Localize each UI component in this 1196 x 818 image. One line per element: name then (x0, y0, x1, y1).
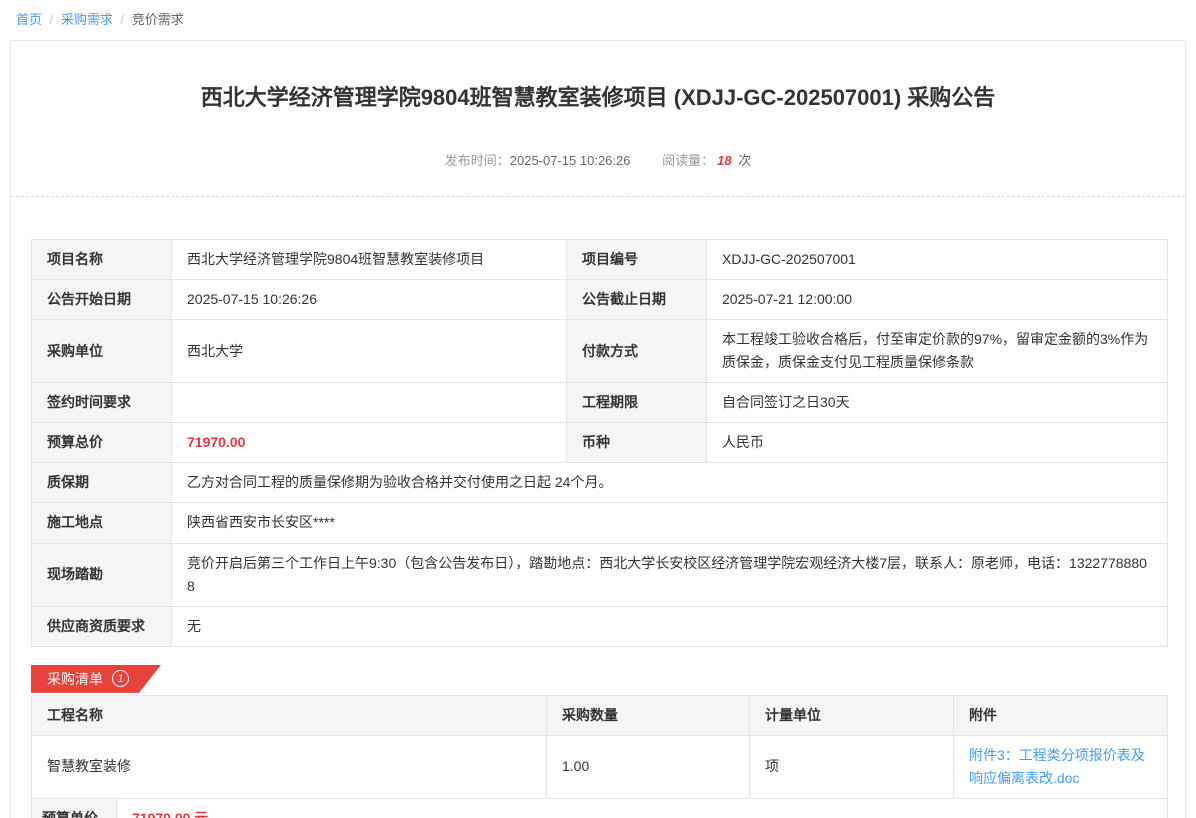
warranty-value: 乙方对合同工程的质量保修期为验收合格并交付使用之日起 24个月。 (172, 463, 1168, 503)
table-row: 供应商资质要求 无 (32, 606, 1168, 646)
qualification-label: 供应商资质要求 (32, 606, 172, 646)
breadcrumb-home-link[interactable]: 首页 (16, 12, 42, 27)
duration-label: 工程期限 (567, 383, 707, 423)
table-row: 智慧教室装修 1.00 项 附件3：工程类分项报价表及响应偏离表改.doc (32, 735, 1168, 798)
unit-price-label: 预算单价 (32, 799, 117, 818)
site-value: 陕西省西安市长安区**** (172, 503, 1168, 543)
sign-time-value (172, 383, 567, 423)
table-row: 施工地点 陕西省西安市长安区**** (32, 503, 1168, 543)
currency-label: 币种 (567, 423, 707, 463)
qualification-value: 无 (172, 606, 1168, 646)
table-row: 公告开始日期 2025-07-15 10:26:26 公告截止日期 2025-0… (32, 279, 1168, 319)
project-info-table: 项目名称 西北大学经济管理学院9804班智慧教室装修项目 项目编号 XDJJ-G… (31, 239, 1168, 647)
budget-total-value: 71970.00 (172, 423, 567, 463)
item-quantity: 1.00 (547, 735, 750, 798)
breadcrumb-current: 竞价需求 (132, 12, 184, 27)
table-row: 预算单价 71970.00 元 (32, 799, 1168, 818)
col-header-attachment: 附件 (954, 695, 1168, 735)
purchase-list-badge-label: 采购清单 (47, 669, 103, 689)
attachment-link[interactable]: 附件3：工程类分项报价表及响应偏离表改.doc (969, 747, 1145, 786)
breadcrumb-separator: / (121, 12, 125, 27)
unit-price-value: 71970.00 (132, 810, 190, 818)
purchaser-label: 采购单位 (32, 319, 172, 382)
table-row: 现场踏勘 竞价开启后第三个工作日上午9:30（包含公告发布日），踏勘地点：西北大… (32, 543, 1168, 606)
project-name-value: 西北大学经济管理学院9804班智慧教室装修项目 (172, 239, 567, 279)
duration-value: 自合同签订之日30天 (707, 383, 1168, 423)
project-no-label: 项目编号 (567, 239, 707, 279)
badge-count-circle: 1 (112, 670, 129, 687)
table-header-row: 工程名称 采购数量 计量单位 附件 (32, 695, 1168, 735)
breadcrumb-purchase-demand-link[interactable]: 采购需求 (61, 12, 113, 27)
announcement-card: 西北大学经济管理学院9804班智慧教室装修项目 (XDJJ-GC-2025070… (10, 40, 1186, 818)
breadcrumb-separator: / (50, 12, 54, 27)
purchaser-value: 西北大学 (172, 319, 567, 382)
item-name: 智慧教室装修 (32, 735, 547, 798)
announcement-meta: 发布时间：2025-07-15 10:26:26 阅读量：18 次 (11, 150, 1185, 169)
start-date-label: 公告开始日期 (32, 279, 172, 319)
end-date-value: 2025-07-21 12:00:00 (707, 279, 1168, 319)
unit-price-suffix: 元 (194, 810, 208, 818)
currency-value: 人民币 (707, 423, 1168, 463)
table-row: 项目名称 西北大学经济管理学院9804班智慧教室装修项目 项目编号 XDJJ-G… (32, 239, 1168, 279)
table-row: 签约时间要求 工程期限 自合同签订之日30天 (32, 383, 1168, 423)
table-row: 预算总价 71970.00 币种 人民币 (32, 423, 1168, 463)
start-date-value: 2025-07-15 10:26:26 (172, 279, 567, 319)
table-row: 采购单位 西北大学 付款方式 本工程竣工验收合格后，付至审定价款的97%，留审定… (32, 319, 1168, 382)
payment-label: 付款方式 (567, 319, 707, 382)
purchase-items-table: 工程名称 采购数量 计量单位 附件 智慧教室装修 1.00 项 附件3：工程类分… (31, 695, 1168, 799)
payment-value: 本工程竣工验收合格后，付至审定价款的97%，留审定金额的3%作为质保金，质保金支… (707, 319, 1168, 382)
project-no-value: XDJJ-GC-202507001 (707, 239, 1168, 279)
sign-time-label: 签约时间要求 (32, 383, 172, 423)
unit-price-cell: 71970.00 元 (117, 799, 1168, 818)
budget-total-label: 预算总价 (32, 423, 172, 463)
site-label: 施工地点 (32, 503, 172, 543)
col-header-unit: 计量单位 (750, 695, 954, 735)
warranty-label: 质保期 (32, 463, 172, 503)
end-date-label: 公告截止日期 (567, 279, 707, 319)
table-row: 质保期 乙方对合同工程的质量保修期为验收合格并交付使用之日起 24个月。 (32, 463, 1168, 503)
publish-time: 发布时间：2025-07-15 10:26:26 (445, 153, 631, 168)
item-attachment-cell: 附件3：工程类分项报价表及响应偏离表改.doc (954, 735, 1168, 798)
col-header-name: 工程名称 (32, 695, 547, 735)
dashed-divider (11, 196, 1185, 197)
item-detail-table: 预算单价 71970.00 元 工程内容 此项目主要包含，教室内的地面处理，前面… (31, 798, 1168, 818)
survey-label: 现场踏勘 (32, 543, 172, 606)
item-unit: 项 (750, 735, 954, 798)
survey-value: 竞价开启后第三个工作日上午9:30（包含公告发布日），踏勘地点：西北大学长安校区… (172, 543, 1168, 606)
purchase-list-badge: 采购清单 1 (31, 665, 161, 693)
read-count: 阅读量：18 次 (662, 153, 751, 168)
col-header-quantity: 采购数量 (547, 695, 750, 735)
project-name-label: 项目名称 (32, 239, 172, 279)
page-title: 西北大学经济管理学院9804班智慧教室装修项目 (XDJJ-GC-2025070… (11, 41, 1185, 114)
breadcrumb: 首页 / 采购需求 / 竞价需求 (0, 0, 1196, 36)
